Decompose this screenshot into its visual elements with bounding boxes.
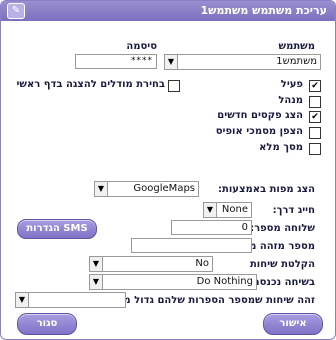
password-field[interactable]: **** xyxy=(75,54,157,69)
caller-id-field[interactable] xyxy=(131,238,252,253)
chevron-down-icon: ▼ xyxy=(90,257,103,271)
full-screen-checkbox[interactable] xyxy=(309,143,321,155)
identify-calls-select[interactable]: ▼ xyxy=(15,292,126,308)
sms-settings-button[interactable]: הגדרות SMS xyxy=(17,219,97,239)
show-new-faxes-checkbox[interactable]: ✔ xyxy=(309,111,321,123)
user-select[interactable]: ▼ משתמש1 xyxy=(164,54,321,70)
record-calls-select[interactable]: ▼ No xyxy=(89,256,213,272)
ok-button[interactable]: אישור xyxy=(263,313,323,335)
chevron-down-icon: ▼ xyxy=(204,203,217,217)
show-new-faxes-label: הצג פקסים חדשים xyxy=(217,110,303,121)
chevron-down-icon: ▼ xyxy=(90,275,103,289)
dialog-title: עריכת משתמש משתמש1 xyxy=(200,4,327,17)
show-maps-label: הצג מפות באמצעות: xyxy=(218,184,315,195)
extension-field[interactable]: 0 xyxy=(171,220,252,235)
dialog-body: משתמש סיסמה ▼ משתמש1 **** ✔ פעיל בחירת מ… xyxy=(1,21,335,339)
edit-icon[interactable]: ✎ xyxy=(7,3,25,19)
on-incoming-select[interactable]: ▼ Do Nothing xyxy=(89,274,257,290)
user-label: משתמש xyxy=(278,41,315,52)
encrypt-emails-checkbox[interactable] xyxy=(309,127,321,139)
extension-label: שלוחה מספר: xyxy=(250,223,315,234)
manager-checkbox[interactable] xyxy=(309,96,321,108)
record-calls-label: הקלטת שיחות xyxy=(249,259,315,270)
maps-select[interactable]: ▼ GoogleMaps xyxy=(94,181,199,197)
password-label: סיסמה xyxy=(126,41,157,52)
edit-user-dialog: ✎ עריכת משתמש משתמש1 משתמש סיסמה ▼ משתמש… xyxy=(0,0,336,340)
chevron-down-icon: ▼ xyxy=(165,55,178,69)
close-button[interactable]: סגור xyxy=(17,313,77,335)
identify-calls-label: זהה שיחות שמספר הספרות שלהם גדול מ: xyxy=(119,295,315,306)
active-checkbox[interactable]: ✔ xyxy=(309,80,321,92)
active-label: פעיל xyxy=(280,79,303,90)
on-incoming-label: בשיחה נכנסת: xyxy=(248,277,315,288)
dial-through-select[interactable]: ▼ None xyxy=(203,202,252,218)
encrypt-emails-label: הצפן מסמכי אופיס xyxy=(215,126,303,137)
chevron-down-icon: ▼ xyxy=(95,182,108,196)
select-models-checkbox[interactable] xyxy=(168,80,180,92)
chevron-down-icon: ▼ xyxy=(16,293,29,307)
manager-label: מנהל xyxy=(278,95,303,106)
dial-through-label: חייג דרך: xyxy=(272,205,315,216)
full-screen-label: מסך מלא xyxy=(259,142,303,153)
select-models-label: בחירת מודלים להצגה בדף ראשי xyxy=(16,79,165,90)
title-bar: ✎ עריכת משתמש משתמש1 xyxy=(1,1,335,21)
